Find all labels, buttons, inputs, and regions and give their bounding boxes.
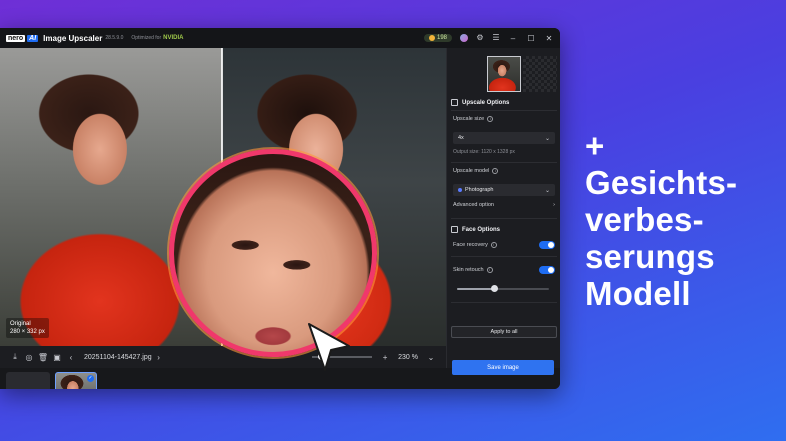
upscale-size-label-row: Upscale size i [453,116,494,122]
upscale-icon [451,99,458,106]
optimized-label: Optimized for [131,35,162,41]
upscale-options-header: Upscale Options [451,99,509,106]
account-avatar[interactable] [460,34,468,42]
skin-retouch-row: Skin retouch i [453,266,555,274]
nvidia-logo: NVIDIA [163,35,184,41]
title-bar-actions: 198 ⚙ ☰ – ☐ ✕ [423,34,554,43]
divider [451,162,557,163]
promo-line: Modell [585,275,691,312]
upscale-options-title: Upscale Options [462,99,510,106]
coin-icon [428,35,435,41]
app-title: Image Upscaler [43,33,103,43]
zoom-dropdown-icon[interactable]: ⌄ [424,353,438,362]
skin-retouch-knob[interactable] [490,285,498,292]
promo-line: verbes- [585,201,704,238]
settings-sliders-icon[interactable]: ⚙ [476,34,484,42]
save-image-button[interactable]: Save image [452,360,554,375]
face-options-title: Face Options [462,226,501,233]
face-options-header: Face Options [451,226,500,233]
maximize-button[interactable]: ☐ [526,34,536,43]
upscale-size-value: 4x [458,135,464,141]
import-icon[interactable]: ⤓ [8,352,22,362]
skin-retouch-label: Skin retouch [453,267,484,273]
chevron-right-icon: › [553,202,555,208]
original-size: 280 × 332 px [10,329,45,335]
image-thumbnail[interactable]: x4 ✓ [55,372,97,389]
upscale-model-select[interactable]: Photograph ⌄ [453,184,555,196]
upscale-model-label-row: Upscale model i [453,168,499,174]
info-icon[interactable]: i [492,168,499,174]
divider [451,256,557,257]
compare-icon[interactable]: ◎ [22,353,36,362]
delete-icon[interactable]: 🗑 [36,353,50,362]
original-label: Original [10,321,31,327]
promo-line: Gesichts- [585,164,738,201]
promo-text: + Gesichts- verbes- serungs Modell [585,127,780,312]
upscale-size-select[interactable]: 4x ⌄ [453,132,555,144]
divider [451,218,557,219]
apply-to-all-button[interactable]: Apply to all [451,326,557,338]
promo-line: + [585,127,605,164]
info-icon[interactable]: i [487,116,494,122]
check-icon: ✓ [87,375,94,382]
promo-line: serungs [585,238,715,275]
add-image-button[interactable]: + [6,372,50,389]
face-scan-icon [451,226,458,233]
face-recovery-label: Face recovery [453,242,488,248]
credits-count: 198 [436,35,447,41]
menu-icon[interactable]: ☰ [492,34,500,42]
file-name: 20251104-145427.jpg [84,353,152,361]
mouse-cursor-icon [308,323,350,371]
nero-logo: nero [6,34,26,42]
face-recovery-toggle[interactable] [539,241,555,249]
app-version: 28.5.9.0 [105,35,124,41]
advanced-option-label: Advanced option [453,202,494,208]
upscale-size-label: Upscale size [453,116,485,122]
chevron-down-icon: ⌄ [544,187,550,194]
face-recovery-row: Face recovery i [453,241,555,249]
preview-thumbnail [487,56,521,92]
close-button[interactable]: ✕ [544,34,554,43]
crop-icon[interactable]: ▣ [50,353,64,362]
skin-retouch-toggle[interactable] [539,266,555,274]
info-icon[interactable]: i [486,267,493,273]
ai-badge: AI [27,34,39,42]
advanced-option-row[interactable]: Advanced option › [453,202,555,208]
zoom-value[interactable]: 230 % [398,354,418,361]
original-info: Original 280 × 332 px [6,318,49,338]
minimize-button[interactable]: – [508,34,518,43]
output-size: Output size: 1120 x 1328 px [453,149,515,155]
divider [451,302,557,303]
divider [451,110,557,111]
transparent-preview [523,56,557,92]
chevron-down-icon: ⌄ [544,135,550,142]
info-icon[interactable]: i [490,242,497,248]
next-image-icon[interactable]: › [152,353,166,362]
zoom-in-icon[interactable]: + [378,353,392,362]
upscale-model-value: Photograph [465,187,494,193]
skin-retouch-fill [457,288,494,290]
title-bar: nero AI Image Upscaler 28.5.9.0 Optimize… [0,28,560,48]
skin-retouch-slider[interactable] [457,285,549,292]
file-toolbar: ⤓ ◎ 🗑 ▣ ‹ 20251104-145427.jpg › + 230 % … [0,346,446,368]
prev-image-icon[interactable]: ‹ [64,353,78,362]
settings-panel: Upscale Options Upscale size i 4x ⌄ Outp… [446,48,560,368]
upscale-model-label: Upscale model [453,168,490,174]
model-dot-icon [458,188,462,192]
credits-badge[interactable]: 198 [423,34,452,42]
